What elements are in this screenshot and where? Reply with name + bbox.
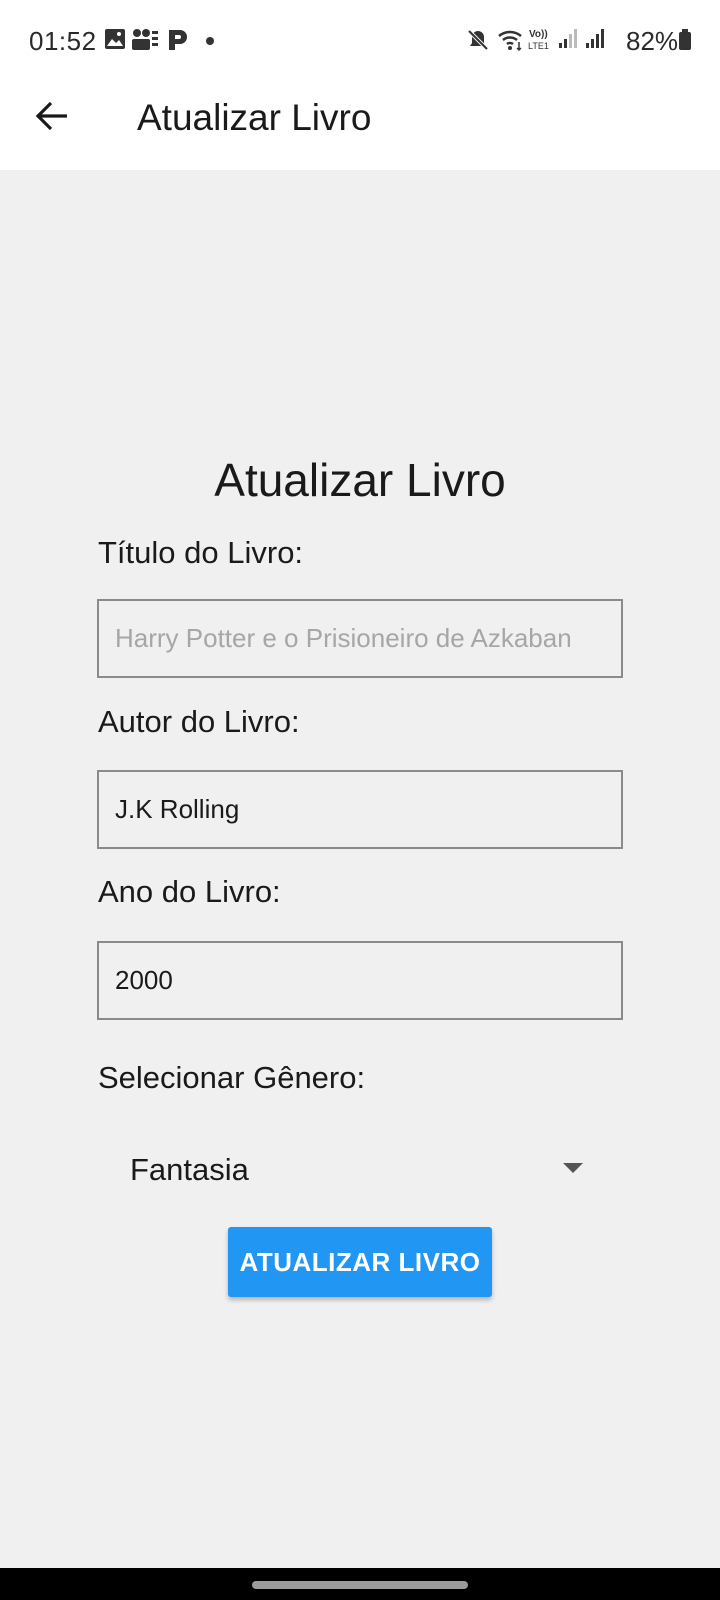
status-bar: 01:52 Vo)) LTE1 82% — [0, 0, 720, 84]
genre-select[interactable]: Fantasia — [110, 1142, 610, 1198]
arrow-back-icon — [34, 98, 70, 139]
app-bar-title: Atualizar Livro — [137, 97, 372, 138]
form-heading: Atualizar Livro — [214, 454, 506, 506]
title-label: Título do Livro: — [98, 535, 304, 570]
system-nav-bar — [0, 1568, 720, 1600]
genre-selected-value: Fantasia — [130, 1152, 249, 1187]
battery-icon — [678, 28, 692, 57]
volte-icon: Vo)) LTE1 — [528, 27, 554, 58]
gallery-icon — [104, 28, 126, 55]
back-button[interactable] — [28, 94, 76, 142]
svg-text:Vo)): Vo)) — [529, 29, 548, 40]
year-label: Ano do Livro: — [98, 874, 281, 909]
svg-text:LTE1: LTE1 — [528, 41, 549, 51]
app-bar: Atualizar Livro — [0, 84, 720, 170]
notification-dot — [206, 37, 214, 45]
signal-icon — [584, 28, 606, 55]
mute-icon — [466, 28, 490, 57]
author-input[interactable] — [97, 770, 623, 849]
home-gesture-handle[interactable] — [252, 1581, 468, 1589]
battery-percentage: 82% — [626, 26, 679, 56]
author-label: Autor do Livro: — [98, 704, 300, 739]
title-input[interactable] — [97, 599, 623, 678]
genre-label: Selecionar Gênero: — [98, 1060, 366, 1095]
signal-icon — [557, 28, 579, 55]
p-app-icon — [167, 28, 189, 57]
status-time: 01:52 — [29, 26, 97, 56]
photos-icon — [131, 28, 159, 57]
wifi-icon — [497, 28, 525, 57]
year-input[interactable] — [97, 941, 623, 1020]
dropdown-arrow-icon — [563, 1163, 583, 1173]
update-book-button[interactable]: ATUALIZAR LIVRO — [228, 1227, 492, 1297]
